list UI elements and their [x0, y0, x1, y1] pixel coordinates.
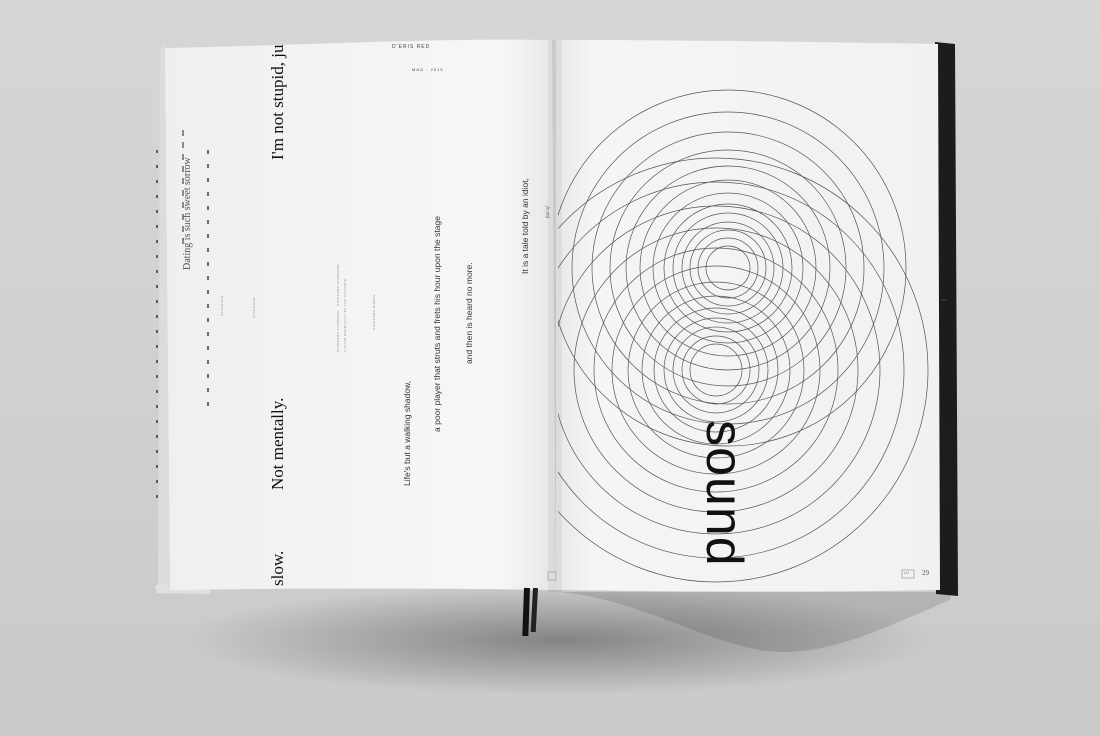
label-standard-mid: STANDARD STANDARD · STANDARD STANDARD: [336, 264, 340, 352]
quote-line-4: It is a tale told by an idiot,: [520, 178, 530, 274]
quote-line-1: Life's but a walking shadow,: [402, 380, 412, 486]
label-standard-b: STANDARD: [252, 296, 256, 318]
quote-line-2: a poor player that struts and frets his …: [432, 216, 442, 432]
sound-word: sound: [695, 420, 753, 567]
label-standard-a: STANDARD: [220, 294, 224, 316]
magazine-spread-photo: [155, 39, 958, 695]
page-box-label: LU: [904, 570, 910, 575]
caption-dating: Dating is such sweet sorrow: [182, 157, 193, 270]
issue-line: MAG · 2015: [412, 67, 444, 72]
label-standard-right: STANDARD MIDDLE: [372, 294, 376, 330]
masthead: D'ERIS RED: [392, 44, 431, 50]
quote-line-5: full of: [546, 206, 551, 218]
label-standard-mid-2: A SLOW GRADUALLY BY THE DISTANCE: [343, 278, 347, 352]
headline-slow: slow.: [268, 550, 287, 586]
page-number: 29: [922, 569, 929, 577]
quote-line-3: and then is heard no more.: [464, 262, 474, 364]
headline-top: I'm not stupid, ju: [268, 44, 287, 160]
gutter-shade: [548, 40, 562, 592]
headline-bottom: Not mentally.: [268, 397, 287, 490]
